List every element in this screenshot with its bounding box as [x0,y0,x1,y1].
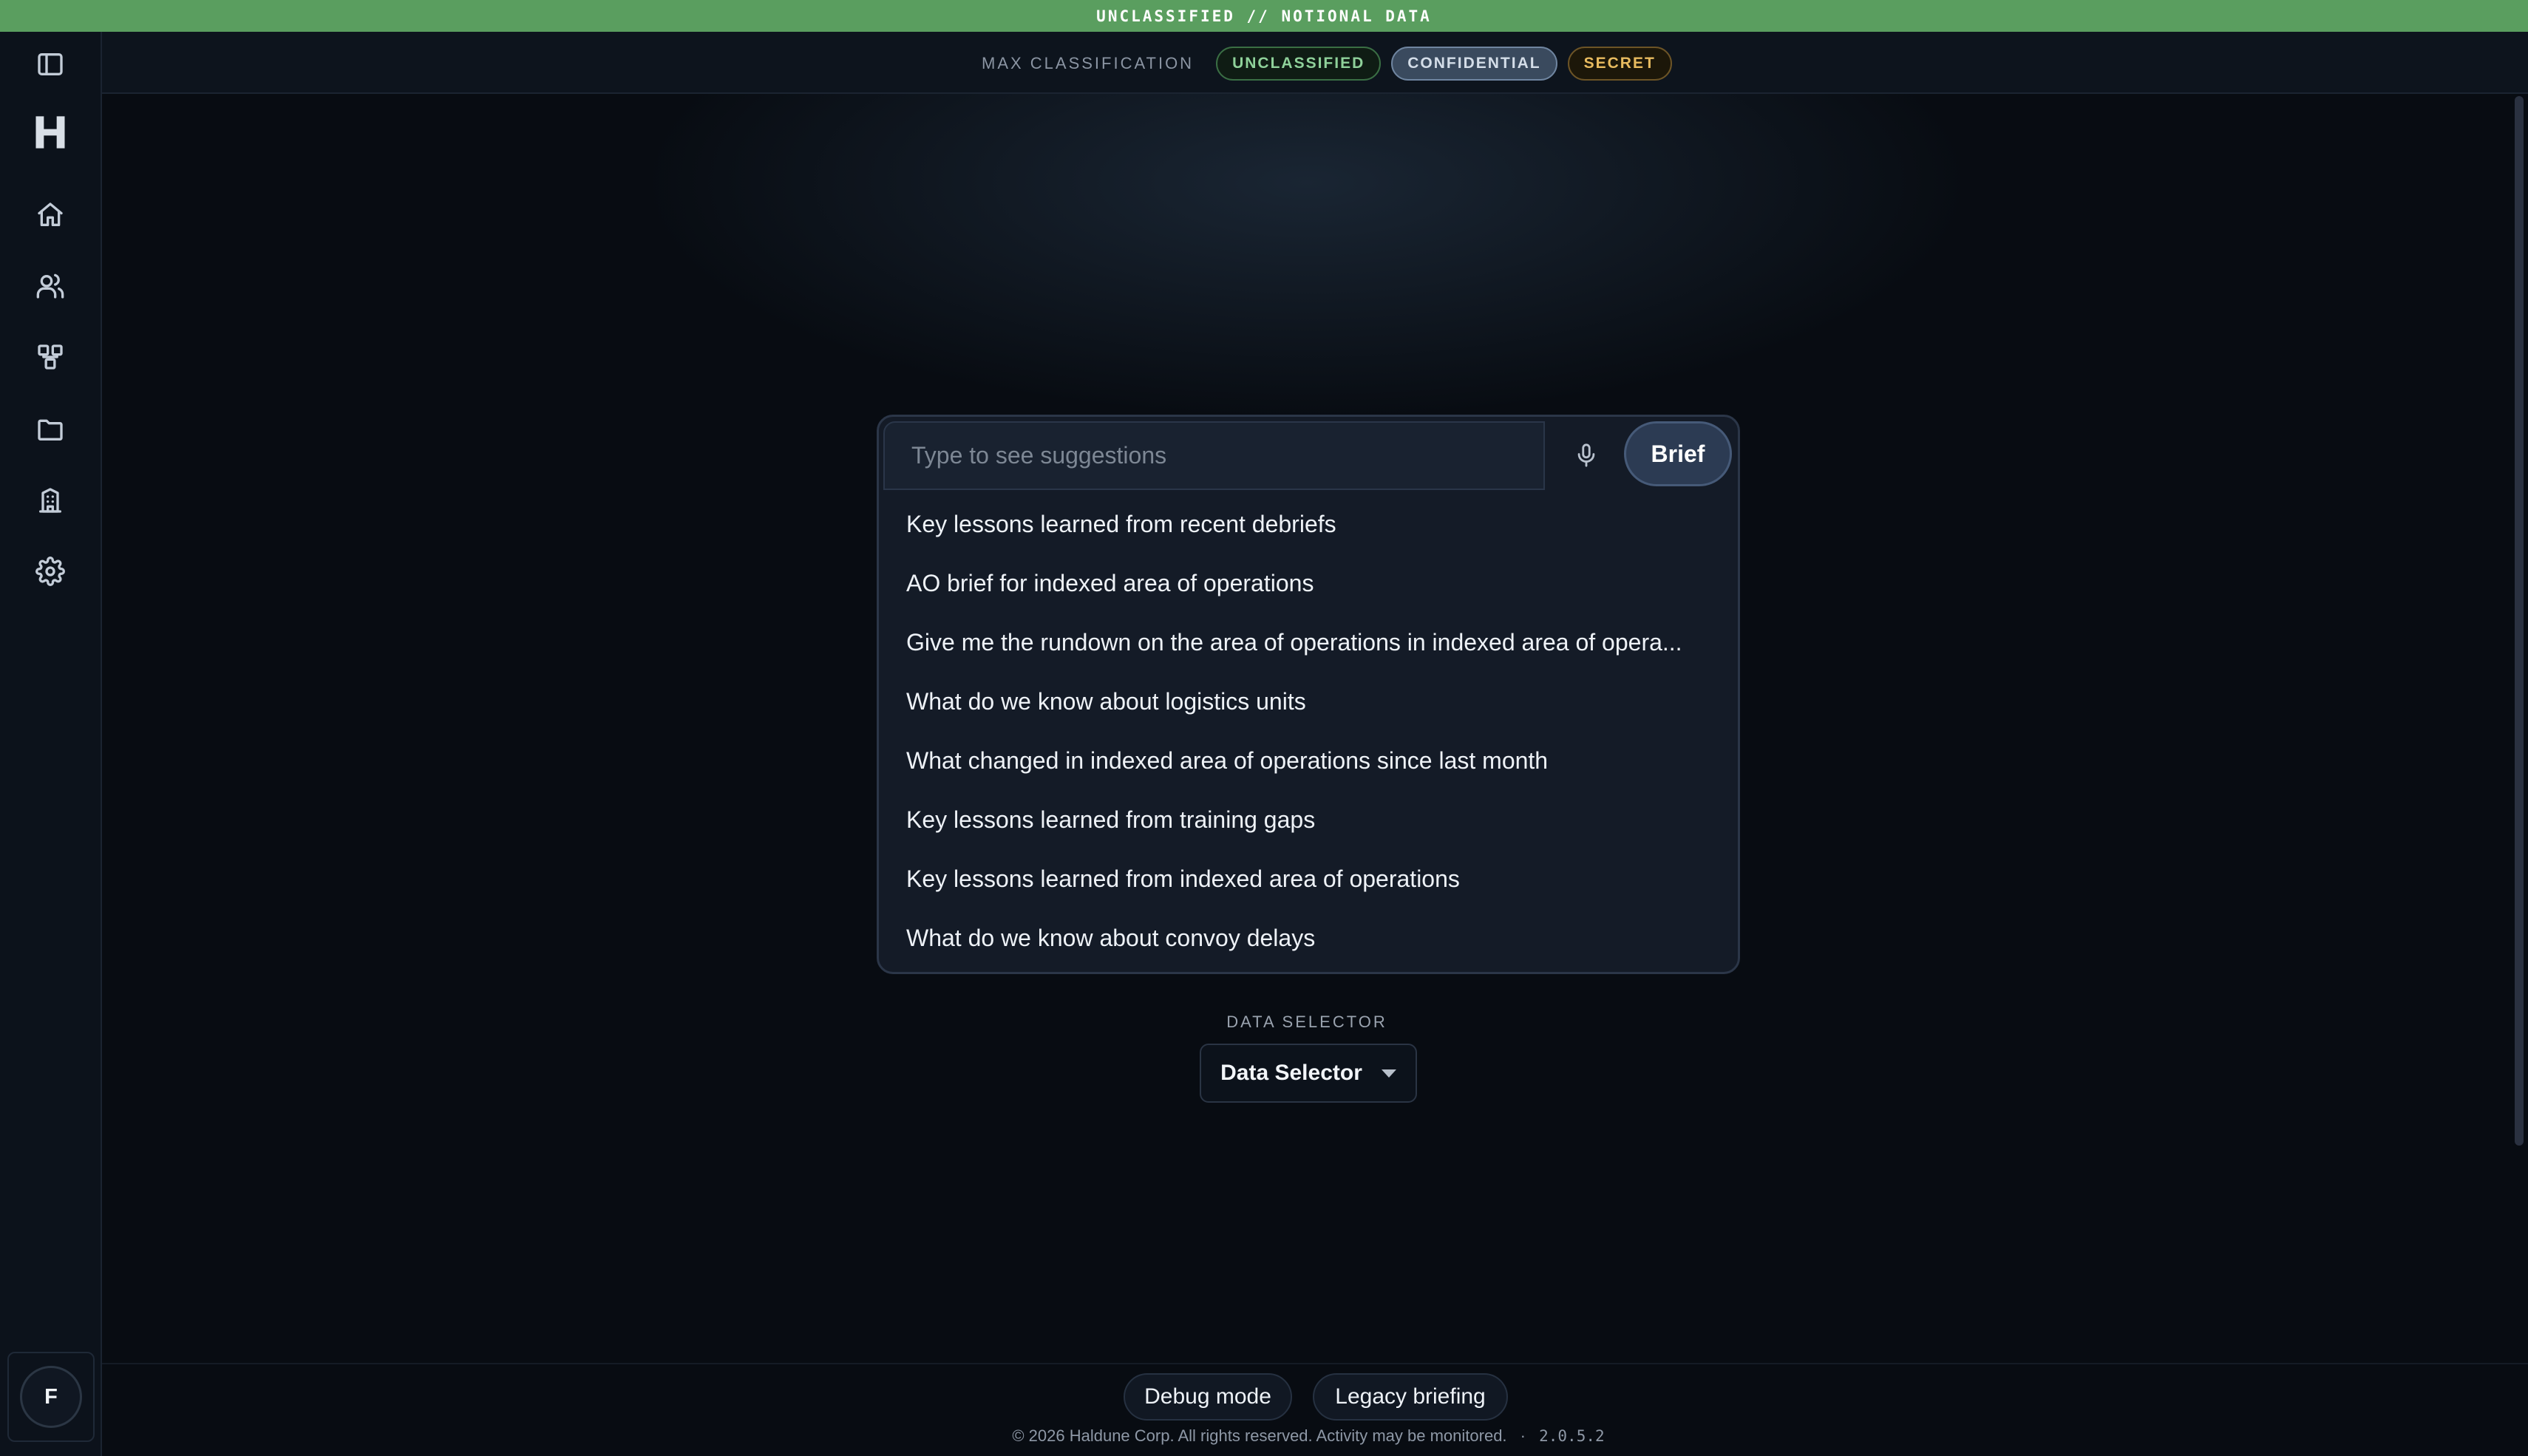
users-icon [36,273,64,299]
sidebar-item-settings[interactable] [25,546,75,596]
suggestion-list: Key lessons learned from recent debriefs… [879,494,1738,967]
suggestion-item[interactable]: Key lessons learned from training gaps [879,790,1738,849]
data-selector-label: DATA SELECTOR [1226,1013,1387,1031]
sidebar: F [0,32,102,1456]
user-menu[interactable]: F [7,1352,95,1442]
suggestion-item[interactable]: AO brief for indexed area of operations [879,554,1738,613]
footer-copyright: © 2026 Haldune Corp. All rights reserved… [739,1426,1878,1449]
home-icon [38,203,63,226]
voice-input-button[interactable] [1566,435,1607,476]
legacy-briefing-button[interactable]: Legacy briefing [1313,1373,1508,1421]
classification-label: MAX CLASSIFICATION [982,54,1195,72]
caret-down-icon [1381,1069,1396,1078]
classification-confidential-button[interactable]: CONFIDENTIAL [1391,47,1557,81]
app-version: 2.0.5.2 [1539,1427,1605,1445]
suggestion-item[interactable]: Key lessons learned from indexed area of… [879,849,1738,908]
data-selector-value: Data Selector [1220,1061,1362,1085]
folder-icon [38,419,63,440]
classification-selector: MAX CLASSIFICATION UNCLASSIFIED CONFIDEN… [982,45,1672,82]
footer-divider [102,1363,2528,1364]
panel-left-icon [38,53,63,76]
sidebar-item-folders[interactable] [25,404,75,455]
search-input[interactable] [885,423,1543,489]
suggestion-item[interactable]: What changed in indexed area of operatio… [879,731,1738,790]
classification-secret-button[interactable]: SECRET [1567,47,1672,81]
toggle-sidebar-button[interactable] [25,39,75,89]
sidebar-item-components[interactable] [25,332,75,382]
h-logo-icon [35,116,65,149]
data-selector-dropdown[interactable]: Data Selector [1200,1044,1417,1103]
debug-mode-button[interactable]: Debug mode [1124,1373,1292,1421]
top-bar: MAX CLASSIFICATION UNCLASSIFIED CONFIDEN… [102,32,2528,94]
sidebar-item-organizations[interactable] [25,475,75,525]
avatar: F [20,1366,82,1428]
microphone-icon [1577,443,1595,467]
search-field[interactable] [883,421,1545,490]
classification-unclassified-button[interactable]: UNCLASSIFIED [1216,47,1382,81]
sidebar-item-home[interactable] [25,190,75,240]
copyright-text: © 2026 Haldune Corp. All rights reserved… [1012,1426,1507,1445]
building-icon [39,488,62,513]
search-panel: Brief Key lessons learned from recent de… [877,415,1740,974]
banner-text: UNCLASSIFIED // NOTIONAL DATA [1096,7,1432,25]
main-scrollbar[interactable] [2515,96,2524,1146]
brief-button[interactable]: Brief [1624,421,1732,486]
suggestion-item[interactable]: What do we know about convoy delays [879,908,1738,967]
classification-banner: UNCLASSIFIED // NOTIONAL DATA [0,0,2528,32]
suggestion-item[interactable]: What do we know about logistics units [879,672,1738,731]
components-icon [38,344,63,370]
gear-icon [35,557,65,586]
suggestion-item[interactable]: Key lessons learned from recent debriefs [879,494,1738,554]
app-logo[interactable] [28,103,72,162]
footer-separator: · [1520,1426,1526,1445]
suggestion-item[interactable]: Give me the rundown on the area of opera… [879,613,1738,672]
sidebar-item-people[interactable] [25,261,75,311]
